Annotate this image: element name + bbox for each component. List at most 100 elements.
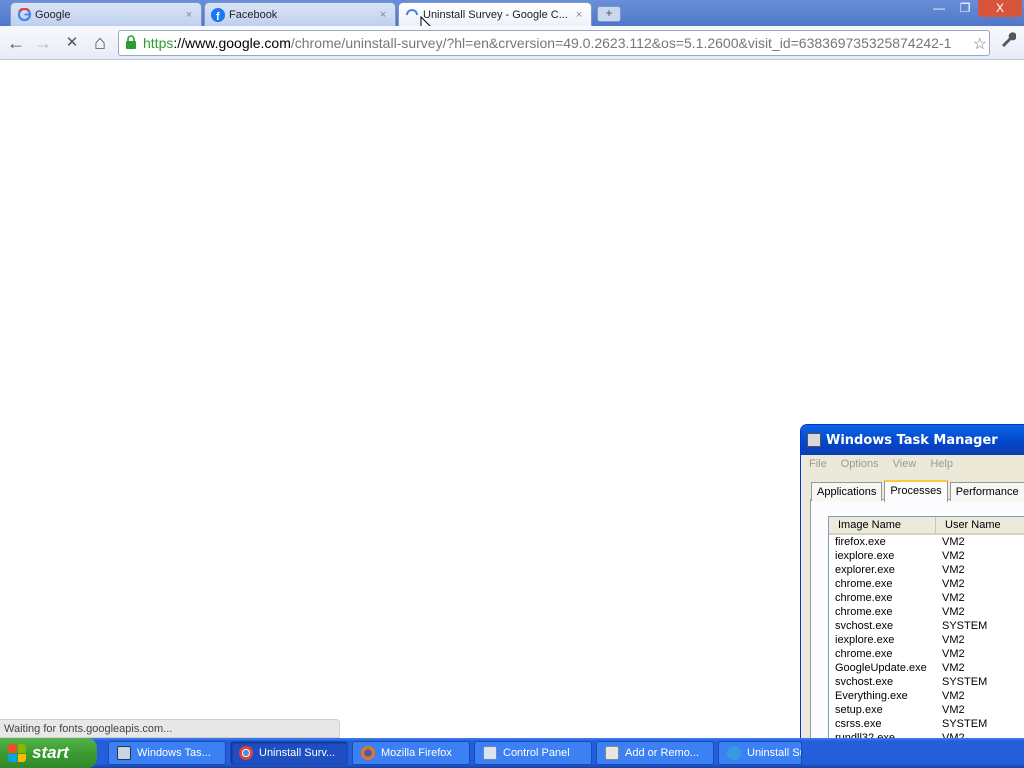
table-row[interactable]: GoogleUpdate.exe VM2: [829, 661, 1024, 675]
table-row[interactable]: Everything.exe VM2: [829, 689, 1024, 703]
bookmark-star-icon[interactable]: ☆: [973, 34, 987, 54]
process-image-name: GoogleUpdate.exe: [835, 662, 927, 674]
address-bar[interactable]: https://www.google.com/chrome/uninstall-…: [118, 30, 990, 56]
task-manager-window: Windows Task Manager File Options View H…: [800, 424, 1024, 744]
column-image-name[interactable]: Image Name: [829, 517, 936, 533]
start-label: start: [32, 743, 69, 762]
process-list[interactable]: Image Name User Name firefox.exe VM2 iexpl…: [828, 516, 1024, 743]
tab-applications[interactable]: Applications: [811, 482, 883, 501]
process-rows: firefox.exe VM2 iexplore.exe VM2 explorer.ex…: [829, 535, 1024, 743]
process-user-name: VM2: [942, 564, 965, 576]
task-manager-titlebar[interactable]: Windows Task Manager: [801, 425, 1024, 455]
table-row[interactable]: csrss.exe SYSTEM: [829, 717, 1024, 731]
task-manager-icon: [807, 433, 821, 447]
tab-google[interactable]: Google ×: [10, 2, 202, 26]
menu-options[interactable]: Options: [841, 458, 879, 470]
table-row[interactable]: chrome.exe VM2: [829, 577, 1024, 591]
taskbar-item-label: Add or Remo...: [625, 747, 699, 759]
process-user-name: VM2: [942, 578, 965, 590]
restore-button[interactable]: ❐: [952, 0, 978, 17]
process-user-name: SYSTEM: [942, 718, 988, 730]
menu-file[interactable]: File: [809, 458, 827, 470]
tab-facebook[interactable]: f Facebook ×: [204, 2, 396, 26]
process-user-name: VM2: [942, 634, 965, 646]
url-scheme: https: [143, 35, 174, 51]
url-text: https://www.google.com/chrome/uninstall-…: [143, 35, 951, 51]
status-bubble: Waiting for fonts.googleapis.com...: [0, 719, 340, 738]
table-row[interactable]: svchost.exe SYSTEM: [829, 675, 1024, 689]
table-row[interactable]: chrome.exe VM2: [829, 605, 1024, 619]
process-user-name: VM2: [942, 662, 965, 674]
table-row[interactable]: setup.exe VM2: [829, 703, 1024, 717]
table-row[interactable]: chrome.exe VM2: [829, 647, 1024, 661]
taskbar-item-label: Mozilla Firefox: [381, 747, 452, 759]
chrome-icon: [239, 746, 253, 760]
process-user-name: SYSTEM: [942, 676, 988, 688]
taskbar-item-task-manager[interactable]: Windows Tas...: [108, 741, 226, 765]
close-tab-icon[interactable]: ×: [183, 9, 195, 21]
process-user-name: VM2: [942, 648, 965, 660]
tab-title: Google: [35, 8, 71, 21]
table-row[interactable]: firefox.exe VM2: [829, 535, 1024, 549]
column-user-name[interactable]: User Name: [936, 517, 1024, 533]
task-manager-icon: [117, 746, 131, 760]
taskbar-item-label: Windows Tas...: [137, 747, 211, 759]
minimize-button[interactable]: —: [926, 0, 952, 17]
taskbar-item-ie[interactable]: Uninstall Su: [718, 741, 802, 765]
process-user-name: VM2: [942, 690, 965, 702]
ie-icon: [727, 746, 741, 760]
url-path: /chrome/uninstall-survey/?hl=en&crversio…: [290, 35, 952, 51]
task-manager-tabs: Applications Processes Performance N: [811, 480, 1024, 502]
taskbar-item-label: Control Panel: [503, 747, 570, 759]
back-button[interactable]: ←: [4, 31, 28, 55]
process-image-name: chrome.exe: [835, 592, 893, 604]
home-button[interactable]: ⌂: [88, 31, 112, 55]
tab-title: Uninstall Survey - Google C...: [423, 8, 568, 21]
close-tab-icon[interactable]: ×: [573, 9, 585, 21]
process-image-name: Everything.exe: [835, 690, 908, 702]
process-user-name: VM2: [942, 592, 965, 604]
windows-logo-icon: [8, 744, 26, 762]
url-host: ://www.google.com: [173, 35, 291, 51]
browser-toolbar: ← → ✕ ⌂ https://www.google.com/chrome/un…: [0, 26, 1024, 60]
tab-strip: Google × f Facebook × Uninstall Survey -…: [0, 0, 1024, 26]
process-list-header: Image Name User Name: [829, 517, 1024, 535]
process-image-name: chrome.exe: [835, 606, 893, 618]
taskbar-item-control-panel[interactable]: Control Panel: [474, 741, 592, 765]
close-window-button[interactable]: X: [978, 0, 1022, 17]
process-image-name: firefox.exe: [835, 536, 886, 548]
firefox-icon: [361, 746, 375, 760]
tab-processes[interactable]: Processes: [884, 480, 948, 502]
table-row[interactable]: iexplore.exe VM2: [829, 549, 1024, 563]
process-image-name: csrss.exe: [835, 718, 882, 730]
taskbar-item-chrome[interactable]: Uninstall Surv...: [230, 741, 348, 765]
menu-view[interactable]: View: [893, 458, 917, 470]
wrench-menu-icon[interactable]: [996, 31, 1020, 55]
table-row[interactable]: explorer.exe VM2: [829, 563, 1024, 577]
process-user-name: VM2: [942, 550, 965, 562]
process-image-name: setup.exe: [835, 704, 883, 716]
forward-button[interactable]: →: [31, 31, 55, 55]
taskbar-item-firefox[interactable]: Mozilla Firefox: [352, 741, 470, 765]
task-manager-title: Windows Task Manager: [826, 432, 998, 448]
table-row[interactable]: chrome.exe VM2: [829, 591, 1024, 605]
table-row[interactable]: svchost.exe SYSTEM: [829, 619, 1024, 633]
add-remove-icon: [605, 746, 619, 760]
process-image-name: svchost.exe: [835, 620, 894, 632]
process-image-name: explorer.exe: [835, 564, 895, 576]
taskbar-item-label: Uninstall Surv...: [259, 747, 336, 759]
tab-performance[interactable]: Performance: [949, 482, 1024, 501]
taskbar-item-add-remove[interactable]: Add or Remo...: [596, 741, 714, 765]
facebook-icon: f: [211, 7, 225, 22]
process-user-name: VM2: [942, 536, 965, 548]
task-manager-menubar: File Options View Help: [801, 455, 1024, 473]
stop-button[interactable]: ✕: [60, 31, 84, 55]
close-tab-icon[interactable]: ×: [377, 9, 389, 21]
new-tab-button[interactable]: +: [597, 6, 621, 22]
start-button[interactable]: start: [0, 738, 97, 768]
menu-help[interactable]: Help: [930, 458, 953, 470]
taskbar: start Windows Tas... Uninstall Surv... M…: [0, 738, 1024, 768]
process-image-name: svchost.exe: [835, 676, 894, 688]
table-row[interactable]: iexplore.exe VM2: [829, 633, 1024, 647]
processes-panel: Image Name User Name firefox.exe VM2 iexpl…: [810, 499, 1024, 743]
